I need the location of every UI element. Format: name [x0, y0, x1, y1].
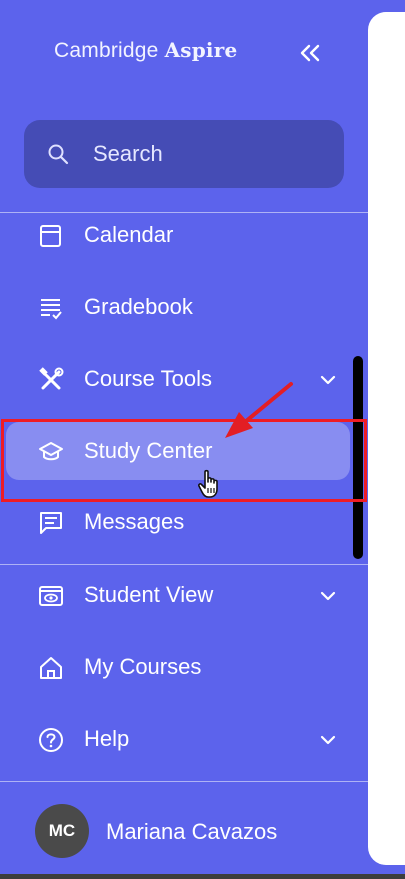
double-chevron-left-icon — [300, 44, 320, 62]
search-field[interactable]: Search — [24, 120, 344, 188]
hand-cursor-icon — [198, 469, 218, 498]
chevron-down-icon[interactable] — [318, 730, 338, 750]
nav-item-label: Student View — [84, 582, 214, 607]
calendar-icon — [40, 225, 61, 247]
user-profile[interactable]: MC Mariana Cavazos — [0, 782, 368, 879]
annotation-highlight-box — [1, 419, 367, 502]
brand-logo: Cambridge Aspire — [54, 38, 237, 63]
brand-name-part2: Aspire — [164, 38, 238, 62]
main-content-panel — [368, 12, 405, 865]
home-icon — [40, 657, 62, 679]
chevron-down-icon[interactable] — [318, 586, 338, 606]
nav-item-label: Messages — [84, 509, 185, 534]
gradebook-icon — [41, 299, 62, 320]
chevron-down-icon[interactable] — [318, 370, 338, 390]
nav-item-label: Help — [84, 726, 130, 751]
divider-middle — [0, 564, 368, 565]
nav-item-label: Course Tools — [84, 366, 212, 391]
nav-item-help[interactable]: Help — [0, 712, 368, 770]
search-icon — [48, 144, 69, 165]
nav-item-label: Calendar — [84, 222, 174, 247]
nav-item-label: My Courses — [84, 654, 202, 679]
window-bottom-edge — [0, 874, 405, 879]
help-icon — [39, 728, 63, 752]
avatar[interactable]: MC — [35, 804, 89, 858]
nav-scroll-area: Calendar Gradebook Course Tools Study Ce… — [0, 213, 368, 564]
nav-item-course-tools[interactable]: Course Tools — [0, 352, 368, 410]
messages-icon — [40, 512, 62, 534]
search-placeholder: Search — [93, 141, 163, 166]
nav-item-messages[interactable]: Messages — [0, 495, 368, 553]
nav-item-student-view[interactable]: Student View — [0, 568, 368, 626]
nav-item-label: Gradebook — [84, 294, 193, 319]
nav-item-calendar[interactable]: Calendar — [0, 213, 368, 266]
tools-icon — [39, 367, 64, 390]
user-name: Mariana Cavazos — [106, 819, 278, 844]
brand-name-part1: Cambridge — [54, 39, 159, 62]
annotation-arrow-icon — [225, 382, 293, 438]
collapse-sidebar-button[interactable] — [298, 38, 324, 68]
eye-icon — [39, 586, 63, 606]
nav-item-gradebook[interactable]: Gradebook — [0, 280, 368, 338]
nav-item-my-courses[interactable]: My Courses — [0, 640, 368, 698]
